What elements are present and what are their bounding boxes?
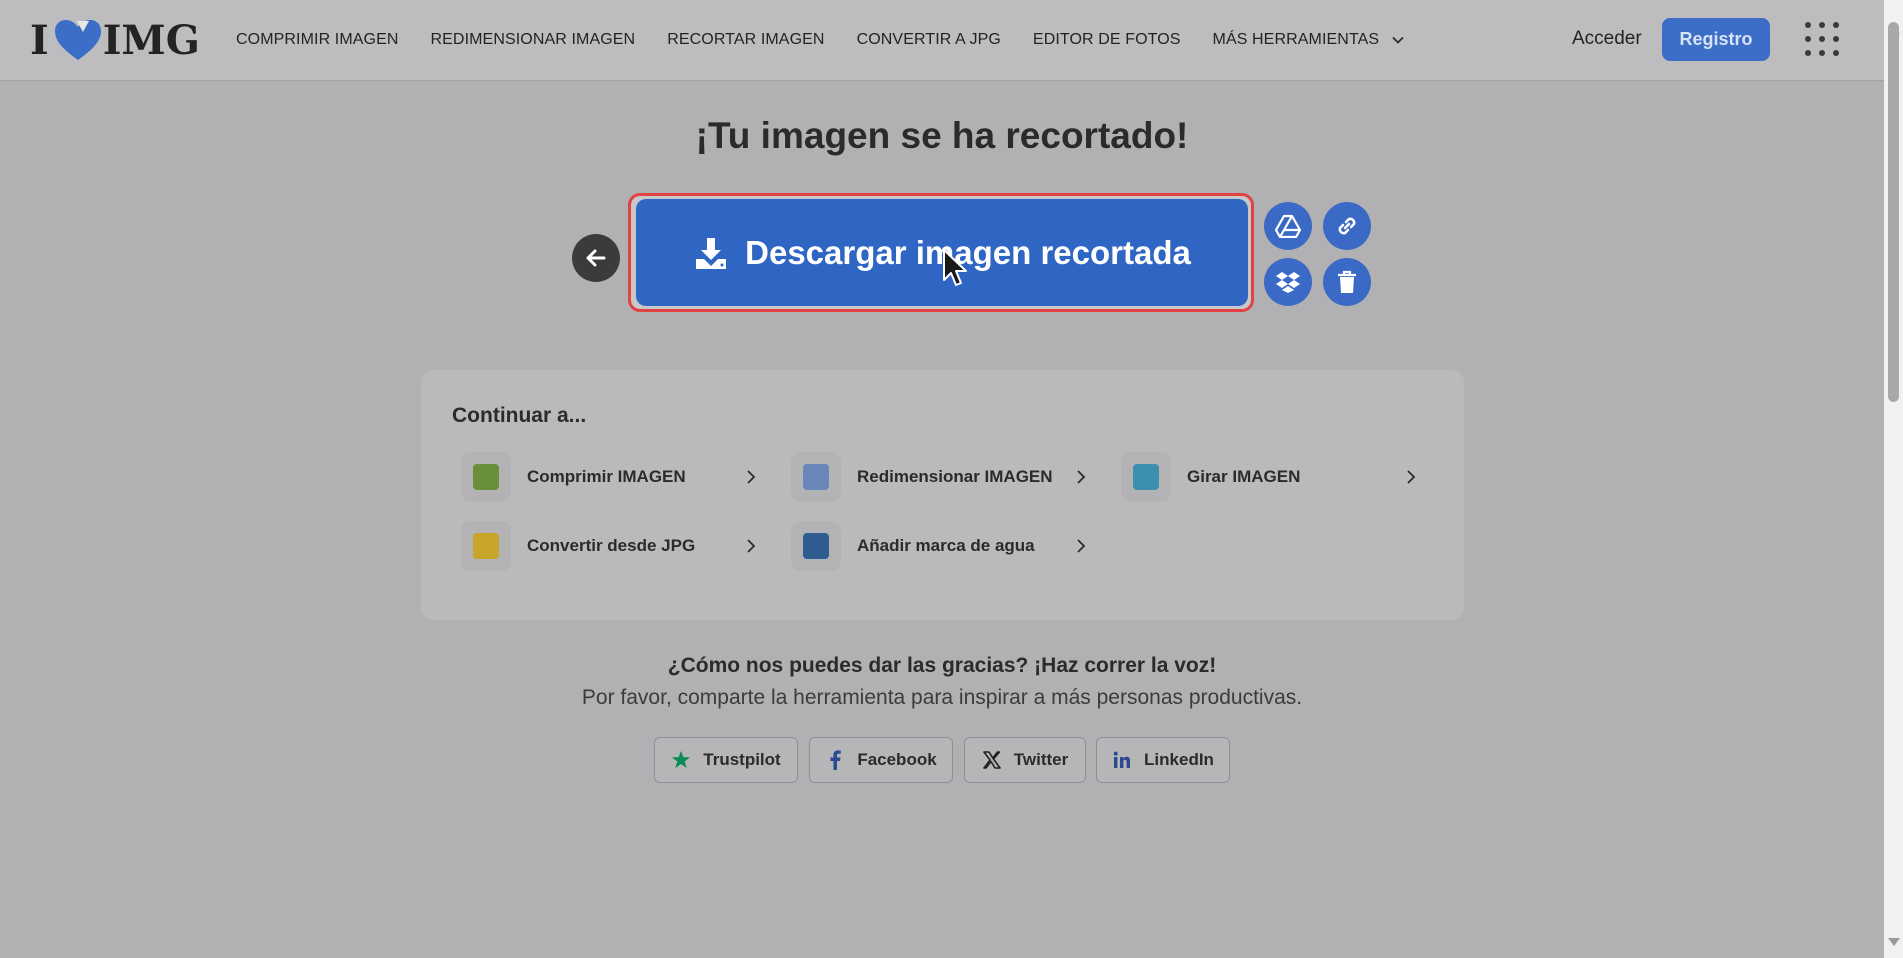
nav-more-tools[interactable]: MÁS HERRAMIENTAS bbox=[1213, 31, 1406, 49]
chevron-right-icon bbox=[1077, 470, 1086, 484]
nav-label: MÁS HERRAMIENTAS bbox=[1212, 31, 1380, 48]
nav-label: REDIMENSIONAR IMAGEN bbox=[430, 31, 636, 48]
share-facebook-button[interactable]: Facebook bbox=[809, 737, 953, 783]
share-trustpilot-button[interactable]: Trustpilot bbox=[654, 737, 798, 783]
chevron-right-icon bbox=[1077, 539, 1086, 553]
nav-resize-image[interactable]: REDIMENSIONAR IMAGEN bbox=[431, 31, 636, 49]
login-link[interactable]: Acceder bbox=[1572, 28, 1642, 50]
nav-photo-editor[interactable]: EDITOR DE FOTOS bbox=[1033, 31, 1181, 49]
arrow-left-icon bbox=[586, 249, 606, 267]
iloveimg-logo[interactable]: I IMG bbox=[30, 16, 200, 64]
mouse-cursor-icon bbox=[943, 249, 967, 286]
chevron-right-icon bbox=[747, 539, 756, 553]
tool-label: Redimensionar IMAGEN bbox=[857, 467, 1053, 486]
chevron-down-icon bbox=[1392, 36, 1404, 44]
trash-icon bbox=[1338, 270, 1356, 293]
nav-label: CONVERTIR A JPG bbox=[856, 31, 1001, 48]
resize-icon bbox=[803, 464, 829, 490]
google-drive-button[interactable] bbox=[1264, 202, 1312, 250]
tool-resize-image[interactable]: Redimensionar IMAGEN bbox=[791, 452, 1091, 502]
share-twitter-button[interactable]: Twitter bbox=[964, 737, 1086, 783]
scroll-thumb[interactable] bbox=[1888, 22, 1899, 402]
tool-rotate-image[interactable]: Girar IMAGEN bbox=[1121, 452, 1421, 502]
share-label: LinkedIn bbox=[1144, 750, 1214, 769]
tool-icon-box bbox=[1121, 452, 1171, 502]
delete-button[interactable] bbox=[1323, 258, 1371, 306]
back-button[interactable] bbox=[572, 234, 620, 282]
share-label: Twitter bbox=[1013, 750, 1069, 769]
tool-compress-image[interactable]: Comprimir IMAGEN bbox=[461, 452, 761, 502]
share-label: Facebook bbox=[857, 750, 937, 769]
download-icon bbox=[696, 237, 727, 269]
tool-label: Comprimir IMAGEN bbox=[527, 467, 686, 486]
tool-label: Convertir desde JPG bbox=[527, 536, 696, 555]
logo-letter-i: I bbox=[30, 16, 49, 64]
apps-grid-icon[interactable] bbox=[1804, 21, 1840, 57]
x-twitter-icon bbox=[982, 750, 1002, 770]
copy-link-button[interactable] bbox=[1323, 202, 1371, 250]
nav-compress-image[interactable]: COMPRIMIR IMAGEN bbox=[236, 31, 399, 49]
link-icon bbox=[1338, 217, 1356, 235]
google-drive-icon bbox=[1275, 214, 1301, 238]
main-nav: COMPRIMIR IMAGEN REDIMENSIONAR IMAGEN RE… bbox=[236, 0, 1437, 80]
nav-label: RECORTAR IMAGEN bbox=[667, 31, 825, 48]
tool-icon-box bbox=[791, 521, 841, 571]
tool-label: Añadir marca de agua bbox=[857, 536, 1035, 555]
tool-add-watermark[interactable]: Añadir marca de agua bbox=[791, 521, 1091, 571]
continue-title: Continuar a... bbox=[452, 404, 587, 427]
tool-icon-box bbox=[791, 452, 841, 502]
dropbox-icon bbox=[1276, 272, 1300, 293]
nav-label: EDITOR DE FOTOS bbox=[1032, 31, 1181, 48]
tool-label: Girar IMAGEN bbox=[1187, 467, 1301, 486]
tool-convert-from-jpg[interactable]: Convertir desde JPG bbox=[461, 521, 761, 571]
nav-convert-to-jpg[interactable]: CONVERTIR A JPG bbox=[857, 31, 1001, 49]
compress-icon bbox=[473, 464, 499, 490]
download-label: Descargar imagen recortada bbox=[745, 233, 1191, 271]
facebook-icon bbox=[825, 750, 845, 770]
share-linkedin-button[interactable]: LinkedIn bbox=[1096, 737, 1230, 783]
nav-label: COMPRIMIR IMAGEN bbox=[236, 31, 399, 48]
heart-logo-icon bbox=[54, 20, 101, 60]
page-title: ¡Tu imagen se ha recortado! bbox=[695, 115, 1189, 156]
linkedin-icon bbox=[1112, 750, 1132, 770]
nav-crop-image[interactable]: RECORTAR IMAGEN bbox=[667, 31, 824, 49]
register-button[interactable]: Registro bbox=[1662, 18, 1770, 61]
scroll-down-arrow-icon[interactable] bbox=[1888, 938, 1900, 946]
chevron-right-icon bbox=[1407, 470, 1416, 484]
share-subtitle: Por favor, comparte la herramienta para … bbox=[581, 686, 1303, 709]
share-label: Trustpilot bbox=[703, 750, 781, 769]
tool-icon-box bbox=[461, 452, 511, 502]
star-icon bbox=[671, 750, 691, 770]
tool-icon-box bbox=[461, 521, 511, 571]
dropbox-button[interactable] bbox=[1264, 258, 1312, 306]
chevron-right-icon bbox=[747, 470, 756, 484]
watermark-stamp-icon bbox=[803, 533, 829, 559]
share-title: ¿Cómo nos puedes dar las gracias? ¡Haz c… bbox=[667, 654, 1217, 677]
top-header: I IMG COMPRIMIR IMAGEN REDIMENSIONAR IMA… bbox=[0, 0, 1884, 81]
page-scrollbar[interactable] bbox=[1884, 0, 1903, 958]
rotate-icon bbox=[1133, 464, 1159, 490]
convert-icon bbox=[473, 533, 499, 559]
logo-text-img: IMG bbox=[102, 16, 200, 64]
continue-to-panel: Continuar a... Comprimir IMAGEN Redimens… bbox=[421, 370, 1464, 620]
